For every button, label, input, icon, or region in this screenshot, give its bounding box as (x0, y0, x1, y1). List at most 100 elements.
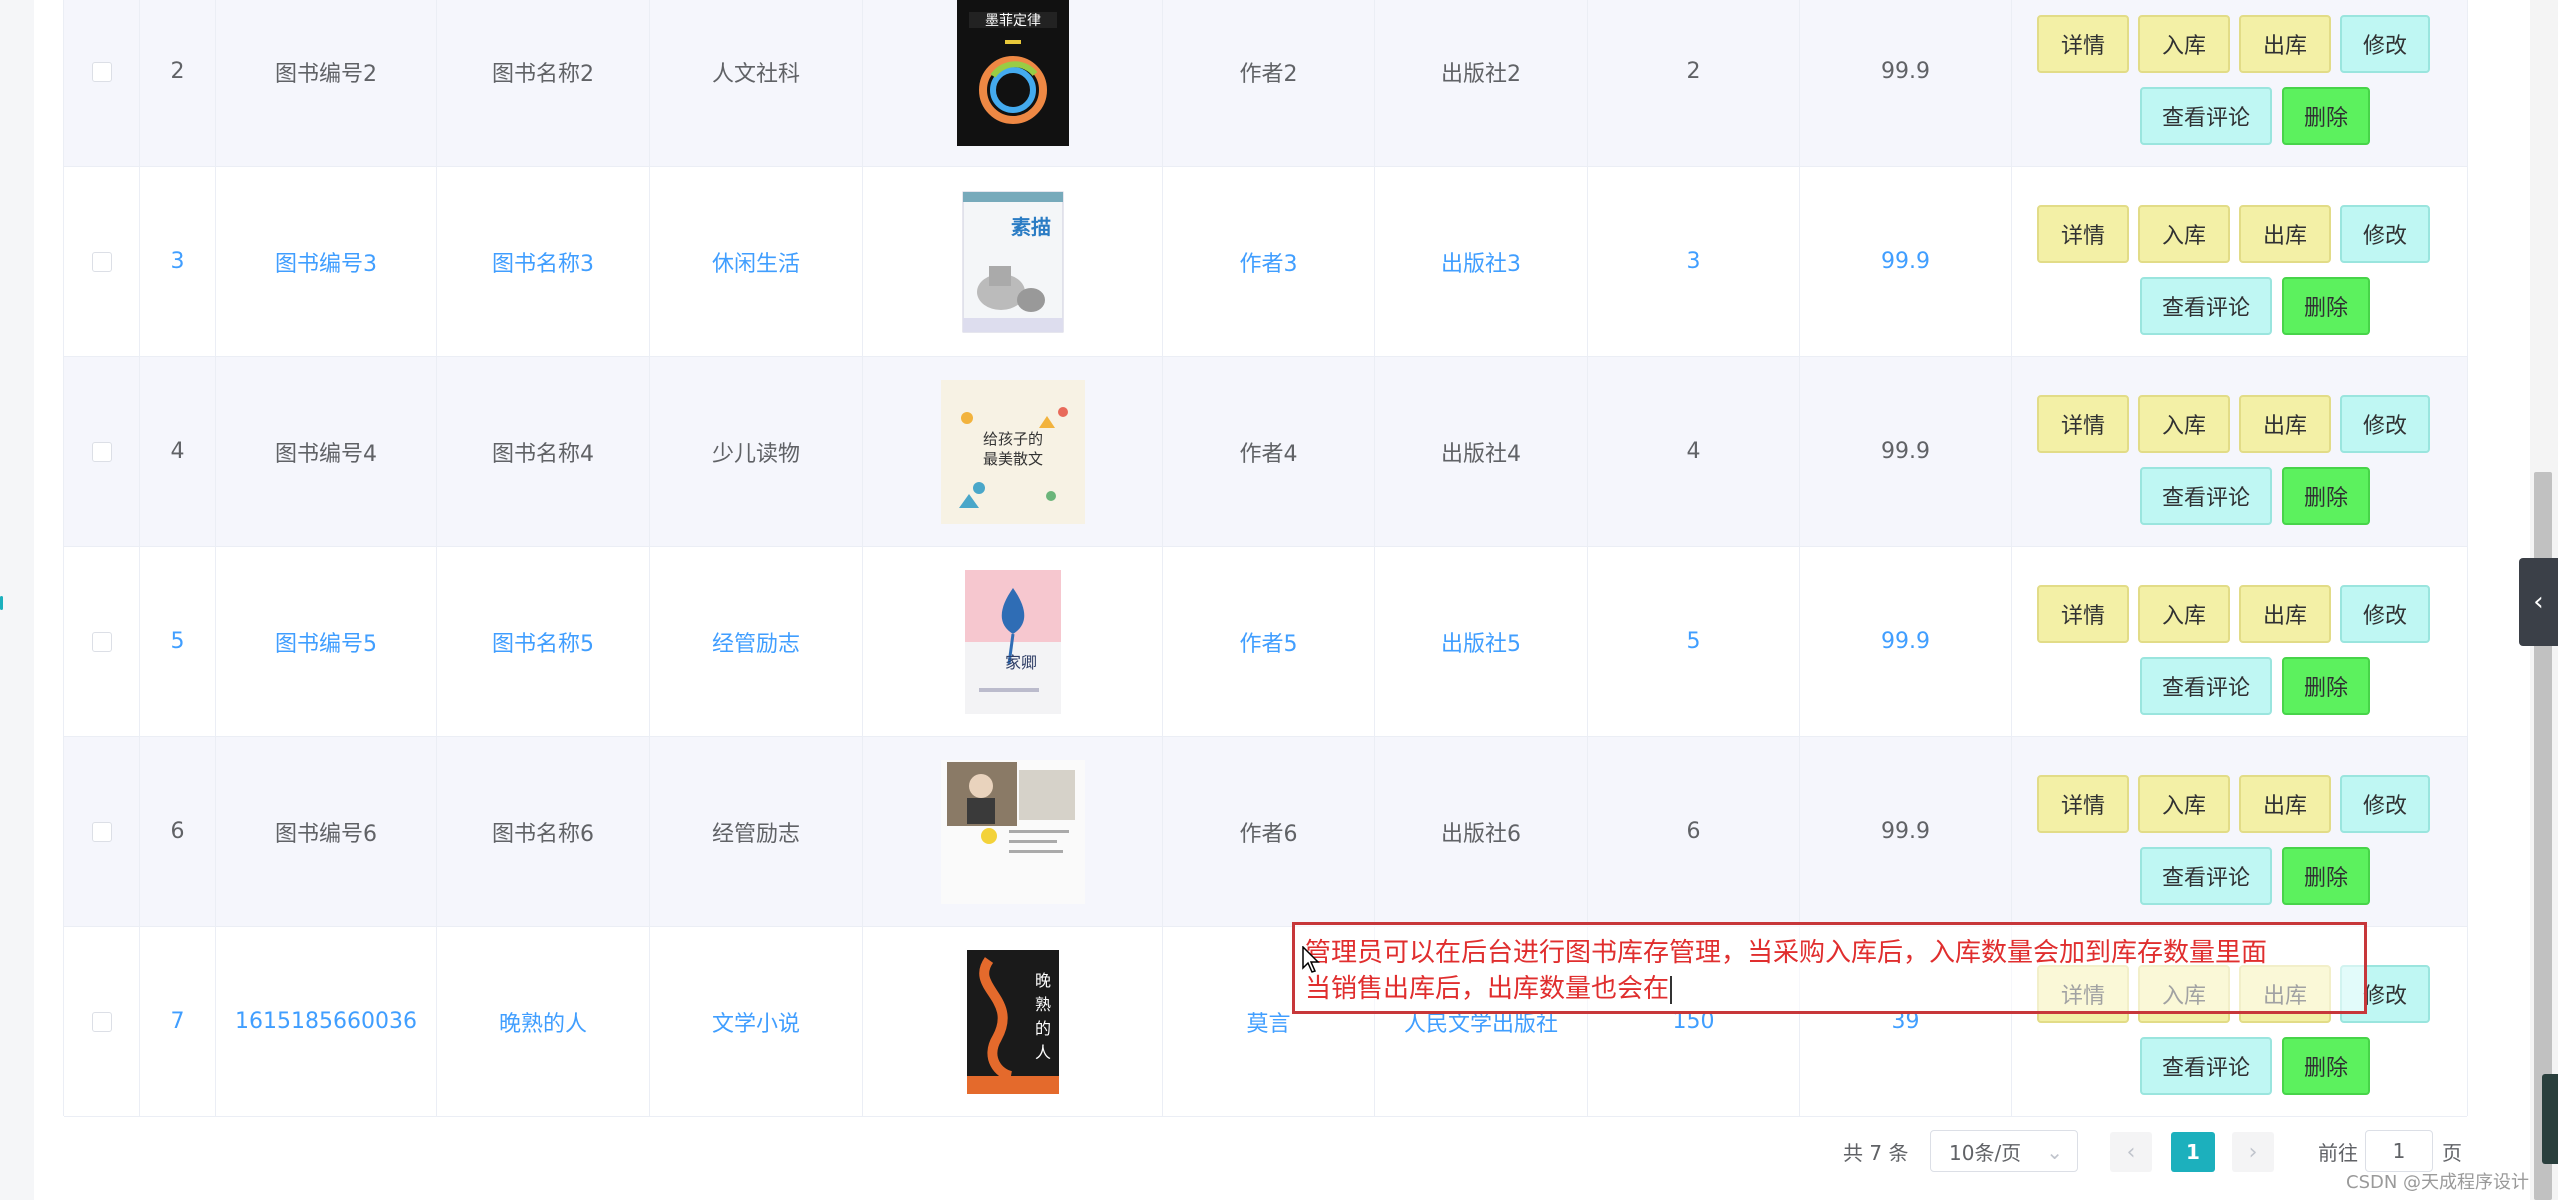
left-sidebar-edge (0, 0, 34, 1200)
cell-cover (863, 737, 1163, 926)
stock-in-button[interactable]: 入库 (2138, 585, 2230, 643)
delete-button[interactable]: 删除 (2282, 87, 2370, 145)
stock-in-button[interactable]: 入库 (2138, 395, 2230, 453)
svg-text:家卿: 家卿 (1004, 653, 1036, 672)
cell-value: 作者6 (1239, 821, 1298, 847)
edit-button[interactable]: 修改 (2340, 585, 2430, 643)
row-checkbox[interactable] (91, 821, 112, 842)
stock-in-button[interactable]: 入库 (2138, 775, 2230, 833)
cell-value: 图书名称5 (492, 631, 594, 657)
cell-value: 图书编号6 (275, 821, 377, 847)
cell-value: 4 (170, 439, 185, 464)
cell-value: 少儿读物 (711, 441, 800, 467)
stock-out-button[interactable]: 出库 (2239, 15, 2331, 73)
svg-text:最美散文: 最美散文 (982, 450, 1042, 468)
cell-actions: 详情入库出库修改查看评论删除 (2012, 357, 2467, 546)
cell-value: 4 (1686, 439, 1701, 464)
cell-book-name: 晚熟的人 (437, 927, 650, 1116)
annotation-box: 管理员可以在后台进行图书库存管理，当采购入库后，入库数量会加到库存数量里面 当销… (1292, 922, 2367, 1014)
stock-out-button[interactable]: 出库 (2239, 205, 2331, 263)
delete-button[interactable]: 删除 (2282, 847, 2370, 905)
cell-value: 图书编号2 (275, 61, 377, 87)
cell-actions: 详情入库出库修改查看评论删除 (2012, 737, 2467, 926)
view-comments-button[interactable]: 查看评论 (2140, 847, 2272, 905)
collapse-panel-button[interactable]: ‹ (2519, 558, 2558, 646)
detail-button[interactable]: 详情 (2037, 585, 2129, 643)
cell-value: 3 (1686, 249, 1701, 274)
cell-book-name: 图书名称5 (437, 547, 650, 736)
stock-in-button[interactable]: 入库 (2138, 205, 2230, 263)
cell-book-no: 图书编号5 (216, 547, 437, 736)
cell-book-no: 图书编号4 (216, 357, 437, 546)
book-cover-image: 家卿 (939, 568, 1087, 716)
cell-value: 作者5 (1239, 631, 1298, 657)
cell-value: 5 (170, 629, 185, 654)
next-page-button[interactable]: › (2232, 1132, 2274, 1172)
cell-value: 经管励志 (711, 631, 800, 657)
cell-author: 作者4 (1163, 357, 1375, 546)
detail-button[interactable]: 详情 (2037, 205, 2129, 263)
detail-button[interactable]: 详情 (2037, 775, 2129, 833)
watermark: CSDN @天成程序设计 (2346, 1172, 2530, 1193)
cell-price: 99.9 (1800, 547, 2012, 736)
view-comments-button[interactable]: 查看评论 (2140, 87, 2272, 145)
delete-button[interactable]: 删除 (2282, 277, 2370, 335)
stock-out-button[interactable]: 出库 (2239, 585, 2331, 643)
row-checkbox[interactable] (91, 251, 112, 272)
view-comments-button[interactable]: 查看评论 (2140, 277, 2272, 335)
row-checkbox[interactable] (91, 61, 112, 82)
svg-text:给孩子的: 给孩子的 (982, 430, 1042, 448)
cell-checkbox (64, 927, 140, 1116)
cell-value: 99.9 (1881, 59, 1930, 84)
cell-value: 2 (1686, 59, 1701, 84)
detail-button[interactable]: 详情 (2037, 15, 2129, 73)
book-cover-image: 素描 (939, 188, 1087, 336)
prev-page-button[interactable]: ‹ (2110, 1132, 2152, 1172)
page-size-select[interactable]: 10条/页 ⌄ (1930, 1130, 2078, 1172)
edit-button[interactable]: 修改 (2340, 395, 2430, 453)
cell-value: 休闲生活 (711, 251, 800, 277)
svg-text:的: 的 (1034, 1019, 1050, 1038)
stock-in-button[interactable]: 入库 (2138, 15, 2230, 73)
cell-cover: 素描 (863, 167, 1163, 356)
view-comments-button[interactable]: 查看评论 (2140, 657, 2272, 715)
cell-index: 4 (140, 357, 216, 546)
edit-button[interactable]: 修改 (2340, 15, 2430, 73)
cell-publisher: 出版社4 (1375, 357, 1588, 546)
cell-quantity: 2 (1588, 0, 1800, 166)
cell-value: 图书名称2 (492, 61, 594, 87)
floating-widget[interactable] (2542, 1074, 2558, 1164)
cell-quantity: 5 (1588, 547, 1800, 736)
view-comments-button[interactable]: 查看评论 (2140, 1037, 2272, 1095)
cell-price: 99.9 (1800, 167, 2012, 356)
cell-index: 2 (140, 0, 216, 166)
delete-button[interactable]: 删除 (2282, 1037, 2370, 1095)
row-checkbox[interactable] (91, 441, 112, 462)
book-cover-image: 给孩子的 最美散文 (939, 378, 1087, 526)
text-caret (1670, 975, 1673, 1004)
stock-out-button[interactable]: 出库 (2239, 395, 2331, 453)
delete-button[interactable]: 删除 (2282, 467, 2370, 525)
annotation-line-2: 当销售出库后，出库数量也会在 (1305, 971, 2354, 1007)
mouse-cursor-icon (1302, 946, 1320, 973)
cell-book-name: 图书名称3 (437, 167, 650, 356)
cell-value: 作者2 (1239, 61, 1298, 87)
cell-publisher: 出版社5 (1375, 547, 1588, 736)
current-page-button[interactable]: 1 (2171, 1132, 2215, 1172)
stock-out-button[interactable]: 出库 (2239, 775, 2331, 833)
cell-price: 99.9 (1800, 357, 2012, 546)
cell-index: 6 (140, 737, 216, 926)
detail-button[interactable]: 详情 (2037, 395, 2129, 453)
view-comments-button[interactable]: 查看评论 (2140, 467, 2272, 525)
edit-button[interactable]: 修改 (2340, 775, 2430, 833)
row-checkbox[interactable] (91, 1011, 112, 1032)
delete-button[interactable]: 删除 (2282, 657, 2370, 715)
table-row: 5 图书编号5 图书名称5 经管励志 家卿 作者5 出版社5 5 99.9 详情 入库 出库 修改 查看评… (64, 547, 2467, 737)
cell-value: 文学小说 (711, 1011, 800, 1037)
goto-page-input[interactable]: 1 (2365, 1130, 2433, 1172)
cell-price: 99.9 (1800, 737, 2012, 926)
table-row: 3 图书编号3 图书名称3 休闲生活 素描 作者3 出版社3 3 99.9 详情 入库 出库 修改 查看评… (64, 167, 2467, 357)
edit-button[interactable]: 修改 (2340, 205, 2430, 263)
cell-value: 1615185660036 (235, 1009, 417, 1034)
row-checkbox[interactable] (91, 631, 112, 652)
